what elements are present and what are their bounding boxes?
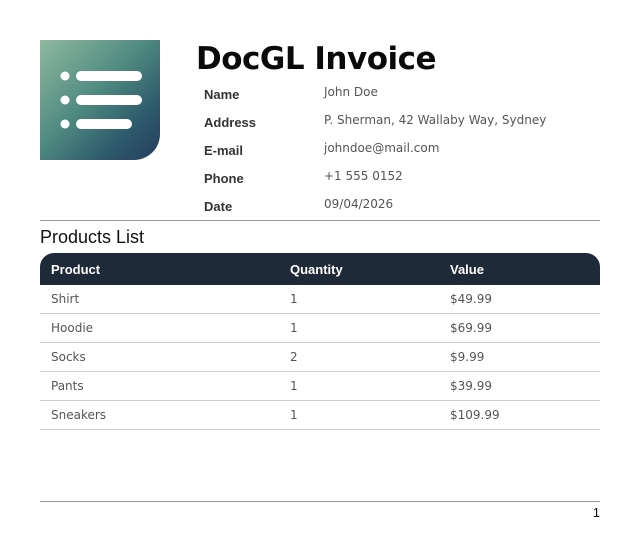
header-divider — [40, 220, 600, 221]
info-row-name: Name John Doe — [204, 80, 604, 108]
cell-quantity: 1 — [290, 379, 298, 393]
table-row: Hoodie 1 $69.99 — [40, 314, 600, 343]
cell-quantity: 1 — [290, 321, 298, 335]
logo — [40, 40, 160, 160]
cell-value: $49.99 — [450, 292, 492, 306]
info-value: P. Sherman, 42 Wallaby Way, Sydney — [324, 113, 547, 127]
cell-value: $9.99 — [450, 350, 485, 364]
list-document-icon — [60, 71, 142, 129]
cell-value: $109.99 — [450, 408, 500, 422]
info-label: Phone — [204, 170, 244, 186]
column-header-quantity: Quantity — [290, 261, 343, 277]
table-row: Socks 2 $9.99 — [40, 343, 600, 372]
cell-quantity: 1 — [290, 292, 298, 306]
table-row: Sneakers 1 $109.99 — [40, 401, 600, 430]
info-label: E-mail — [204, 142, 244, 158]
table-row: Pants 1 $39.99 — [40, 372, 600, 401]
products-table: Product Quantity Value Shirt 1 $49.99 Ho… — [40, 253, 600, 430]
info-value: +1 555 0152 — [324, 169, 403, 183]
cell-quantity: 1 — [290, 408, 298, 422]
cell-product: Shirt — [51, 292, 80, 306]
info-value: 09/04/2026 — [324, 197, 394, 211]
page-number: 1 — [592, 505, 600, 520]
info-row-email: E-mail johndoe@mail.com — [204, 136, 604, 164]
section-title: Products List — [40, 227, 145, 247]
cell-value: $39.99 — [450, 379, 492, 393]
cell-product: Sneakers — [51, 408, 107, 422]
cell-product: Socks — [51, 350, 86, 364]
info-label: Address — [204, 114, 257, 130]
info-label: Name — [204, 86, 240, 102]
cell-quantity: 2 — [290, 350, 298, 364]
cell-product: Pants — [51, 379, 84, 393]
cell-product: Hoodie — [51, 321, 94, 335]
table-header: Product Quantity Value — [40, 253, 600, 285]
info-value: johndoe@mail.com — [324, 141, 440, 155]
document-title: DocGL Invoice — [196, 41, 437, 77]
info-label: Date — [204, 198, 233, 214]
table-row: Shirt 1 $49.99 — [40, 285, 600, 314]
info-row-address: Address P. Sherman, 42 Wallaby Way, Sydn… — [204, 108, 604, 136]
column-header-value: Value — [450, 261, 484, 277]
footer-divider — [40, 501, 600, 502]
info-value: John Doe — [324, 85, 378, 99]
customer-info: Name John Doe Address P. Sherman, 42 Wal… — [204, 80, 604, 220]
info-row-date: Date 09/04/2026 — [204, 192, 604, 220]
cell-value: $69.99 — [450, 321, 492, 335]
info-row-phone: Phone +1 555 0152 — [204, 164, 604, 192]
column-header-product: Product — [51, 261, 101, 277]
